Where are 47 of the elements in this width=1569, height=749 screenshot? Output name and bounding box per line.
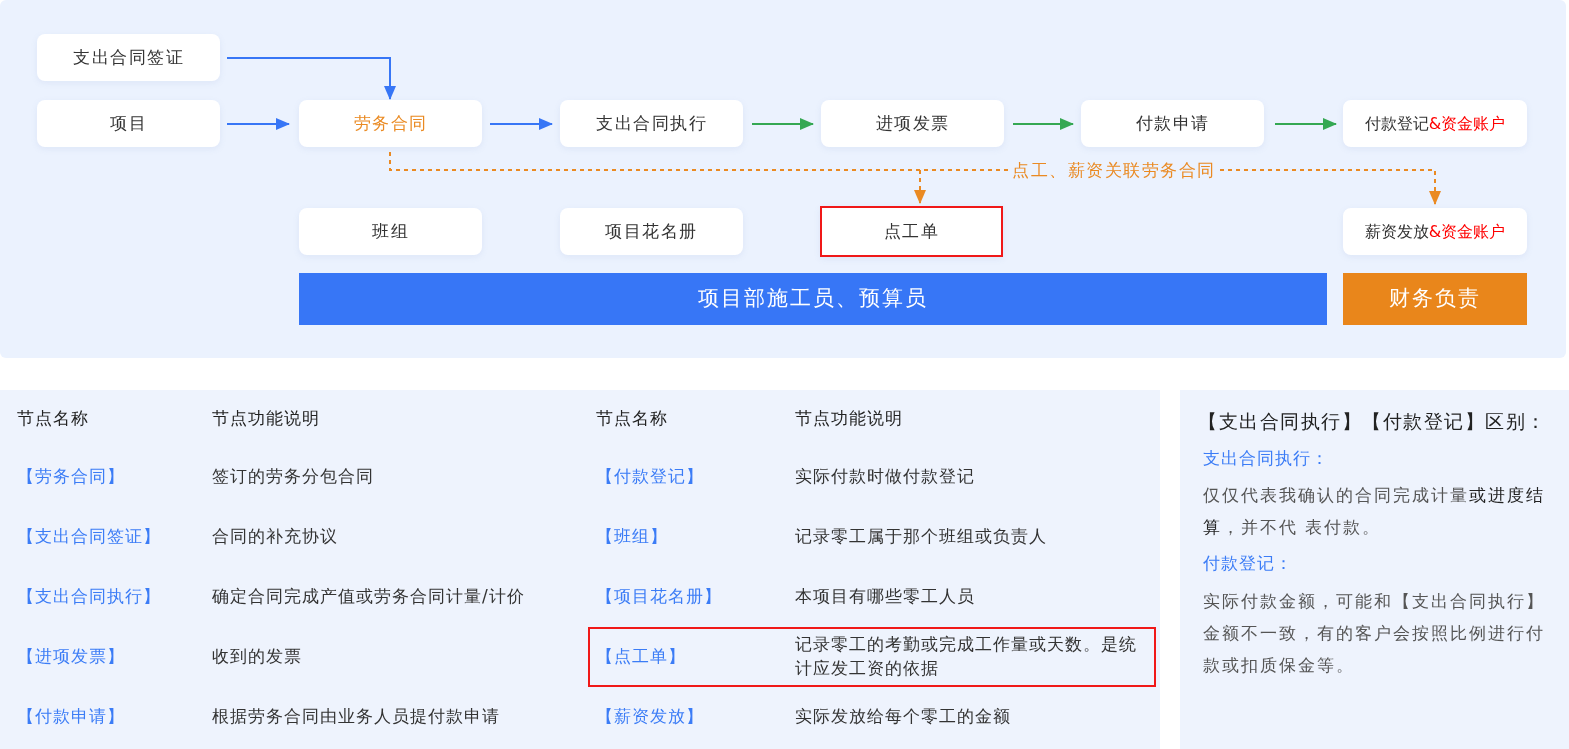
flow-node: 点工单	[820, 206, 1003, 257]
flow-node: 支出合同执行	[560, 100, 743, 147]
node-description: 签订的劳务分包合同	[212, 466, 374, 486]
notes-text: 仅仅代表我确认的合同完成计量或进度结算，并不代 表付款。	[1203, 484, 1546, 540]
flow-node: 劳务合同	[299, 100, 482, 147]
node-name: 【项目花名册】	[596, 586, 722, 606]
connector-arrow	[1274, 118, 1337, 130]
node-description: 实际发放给每个零工的金额	[795, 706, 1011, 726]
node-name: 【支出合同执行】	[17, 586, 161, 606]
role-bar: 财务负责	[1343, 273, 1527, 325]
node-name: 【进项发票】	[17, 646, 125, 666]
node-name: 【点工单】	[596, 646, 686, 666]
node-description: 本项目有哪些零工人员	[795, 586, 975, 606]
connector-arrow	[1012, 118, 1074, 130]
flow-node: 支出合同签证	[37, 34, 220, 81]
flow-node: 付款申请	[1081, 100, 1264, 147]
connector-arrow	[751, 118, 814, 130]
notes-heading: 付款登记：	[1203, 552, 1294, 576]
node-description: 确定合同完成产值或劳务合同计量/计价	[212, 586, 525, 606]
node-description: 记录零工的考勤或完成工作量或天数。是统计应发工资的依据	[795, 634, 1137, 678]
column-header: 节点功能说明	[795, 407, 903, 428]
node-name: 【付款登记】	[596, 466, 704, 486]
node-description: 收到的发票	[212, 646, 302, 666]
flow-node: 班组	[299, 208, 482, 255]
flow-node: 项目	[37, 100, 220, 147]
flow-node: 薪资发放&资金账户	[1343, 208, 1527, 255]
column-header: 节点功能说明	[212, 407, 320, 428]
node-name: 【劳务合同】	[17, 466, 125, 486]
flow-node: 进项发票	[821, 100, 1004, 147]
node-name: 【付款申请】	[17, 706, 125, 726]
node-name: 【班组】	[596, 526, 668, 546]
connector-arrow	[489, 118, 553, 130]
node-name: 【薪资发放】	[596, 706, 704, 726]
node-description: 根据劳务合同由业务人员提付款申请	[212, 706, 500, 726]
notes-text: 实际付款金额，可能和【支出合同执行】金额不一致，有的客户会按照比例进行付款或扣质保金等。	[1203, 589, 1546, 677]
notes-heading: 支出合同执行：	[1203, 446, 1330, 470]
column-header: 节点名称	[17, 407, 89, 428]
flow-node: 项目花名册	[560, 208, 743, 255]
node-description: 合同的补充协议	[212, 526, 338, 546]
node-name: 【支出合同签证】	[17, 526, 161, 546]
node-description: 记录零工属于那个班组或负责人	[795, 526, 1047, 546]
role-bar: 项目部施工员、预算员	[299, 273, 1327, 325]
column-header: 节点名称	[596, 407, 668, 428]
notes-title: 【支出合同执行】【付款登记】区别：	[1198, 410, 1548, 434]
node-description: 实际付款时做付款登记	[795, 466, 975, 486]
flow-node: 付款登记&资金账户	[1343, 100, 1527, 147]
connector-arrow	[226, 118, 290, 130]
